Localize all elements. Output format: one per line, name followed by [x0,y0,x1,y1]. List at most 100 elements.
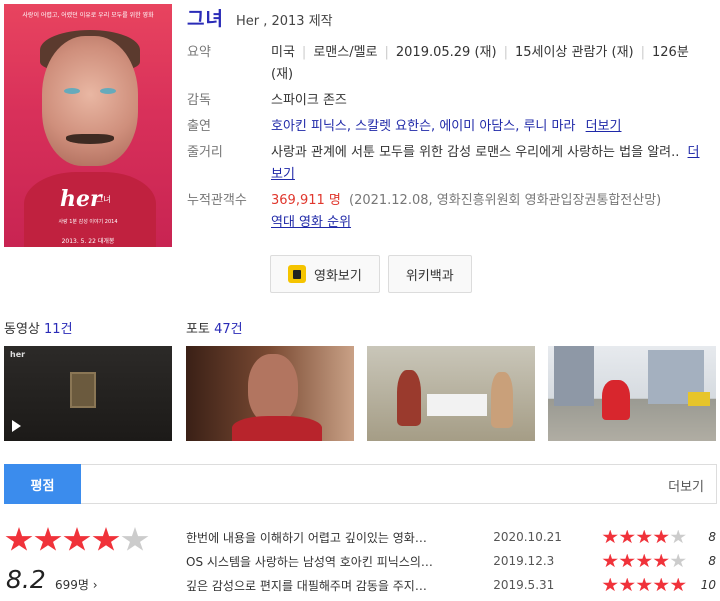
movie-info: 요약 미국 | 로맨스/멜로 | 2019.05.29 (재) | 15세이상 관람가 (재… [187,42,707,234]
photo-count: 47건 [214,322,243,337]
summary-label: 요약 [187,45,211,60]
divider: | [503,45,508,60]
review-score: 10 [700,578,716,592]
poster-tagline: 사랑이 어렵고, 어렸던 이유로 우리 모두를 위한 영화 [22,12,154,19]
watch-movie-button[interactable]: 영화보기 [270,255,380,293]
poster-face-shape [42,36,138,166]
vote-count: 699명 [55,578,89,592]
photo-thumbnail[interactable] [186,346,354,441]
cast-value: 호아킨 피닉스, 스칼렛 요한슨, 에이미 아담스, 루니 마라 더보기 [271,116,707,138]
star-icon [653,577,669,592]
audience-note: (2021.12.08, 영화진흥위원회 영화관입장권통합전산망) [349,193,662,208]
photo-person-shape [491,372,513,428]
video-thumbnail[interactable]: her [4,346,172,441]
plot-value: 사랑과 관계에 서툰 모두를 위한 감성 로맨스 우리에게 사랑하는 법을 알려… [271,142,707,186]
movie-title[interactable]: 그녀 [187,4,224,31]
photo-shirt-shape [232,416,322,441]
movie-poster[interactable]: 사랑이 어렵고, 어렸던 이유로 우리 모두를 위한 영화 her 그녀 사랑 … [4,4,172,247]
review-date: 2019.5.31 [493,578,555,592]
divider: | [640,45,646,60]
video-section-title[interactable]: 동영상 11건 [4,318,73,337]
star-icon [5,527,33,551]
audience-value: 369,911 명 (2021.12.08, 영화진흥위원회 영화관입장권통합전… [271,190,707,234]
summary-genre: 로맨스/멜로 [313,45,378,60]
review-item[interactable]: 한번에 내용을 이해하기 어렵고 깊이있는 영화… 2020.10.21 8 [186,525,716,549]
star-icon [670,553,686,568]
cast-row: 출연 호아킨 피닉스, 스칼렛 요한슨, 에이미 아담스, 루니 마라 더보기 [187,116,707,138]
summary-release: 2019.05.29 (재) [395,45,497,60]
poster-eye-shape [100,88,116,94]
review-text: 깊은 감성으로 편지를 대필해주며 감동을 주지… [186,578,427,593]
summary-rating: 15세이상 관람가 (재) [514,45,634,60]
audience-count: 369,911 명 [271,193,341,208]
summary-value: 미국 | 로맨스/멜로 | 2019.05.29 (재) | 15세이상 관람가 (재) | 1… [271,42,707,86]
photo-person-shape [248,354,298,424]
star-icon [602,553,618,568]
star-icon [92,527,120,551]
review-text: OS 시스템을 사랑하는 남성역 호아킨 피닉스의… [186,554,433,569]
divider: | [384,45,389,60]
photo-label: 포토 [186,322,210,337]
star-icon [670,577,686,592]
cast-more-link[interactable]: 더보기 [586,119,622,134]
rating-tabbar: 평점 더보기 [4,464,717,504]
review-item[interactable]: 깊은 감성으로 편지를 대필해주며 감동을 주지… 2019.5.31 10 [186,573,716,597]
audience-row: 누적관객수 369,911 명 (2021.12.08, 영화진흥위원회 영화관… [187,190,707,234]
summary-country: 미국 [271,45,295,60]
review-stars [602,553,686,569]
star-icon [619,553,635,568]
star-icon [670,529,686,544]
divider: | [301,45,307,60]
tab-rating[interactable]: 평점 [4,464,81,504]
photo-person-shape [602,380,630,420]
review-score: 8 [708,530,716,544]
photo-building-shape [554,346,594,406]
watch-movie-label: 영화보기 [314,268,362,284]
photo-section-title[interactable]: 포토 47건 [186,318,243,337]
summary-row: 요약 미국 | 로맨스/멜로 | 2019.05.29 (재) | 15세이상 관람가 (재… [187,42,707,86]
director-label: 감독 [187,93,211,108]
video-count: 11건 [44,322,73,337]
wikipedia-button[interactable]: 위키백과 [387,255,472,293]
photo-thumbnail[interactable] [367,346,535,441]
cast-names[interactable]: 호아킨 피닉스, 스칼렛 요한슨, 에이미 아담스, 루니 마라 [271,119,575,134]
director-link[interactable]: 스파이크 존즈 [271,90,707,112]
director-row: 감독 스파이크 존즈 [187,90,707,112]
photo-cart-shape [688,392,710,406]
thumbnail-object [70,372,96,408]
star-icon [619,577,635,592]
photo-table-shape [427,394,487,416]
plot-row: 줄거리 사랑과 관계에 서툰 모두를 위한 감성 로맨스 우리에게 사랑하는 법… [187,142,707,186]
thumbnail-logo: her [10,350,26,359]
poster-eye-shape [64,88,80,94]
vote-count-link[interactable]: 699명 › [55,576,98,593]
audience-label: 누적관객수 [187,193,247,208]
review-score: 8 [708,554,716,568]
review-stars [602,577,686,593]
poster-date: 2013. 5. 22 대개봉 [61,238,115,245]
rating-more-link[interactable]: 더보기 [668,476,704,495]
plot-text: 사랑과 관계에 서툰 모두를 위한 감성 로맨스 우리에게 사랑하는 법을 알려… [271,145,680,160]
star-icon [619,529,635,544]
star-icon [602,577,618,592]
star-icon [636,553,652,568]
wikipedia-label: 위키백과 [405,268,454,284]
review-item[interactable]: OS 시스템을 사랑하는 남성역 호아킨 피닉스의… 2019.12.3 8 [186,549,716,573]
star-icon [34,527,62,551]
star-icon [653,529,669,544]
review-stars [602,529,686,545]
action-buttons: 영화보기 위키백과 [270,255,472,293]
poster-logo-sub: 그녀 [96,195,111,204]
star-icon [63,527,91,551]
star-icon [636,577,652,592]
photo-thumbnail[interactable] [548,346,716,441]
poster-small-text: 사랑 1분 감성 이야기 2014 [58,219,118,225]
star-icon [121,527,149,551]
ranking-link[interactable]: 역대 영화 순위 [271,215,351,230]
review-text: 한번에 내용을 이해하기 어렵고 깊이있는 영화… [186,530,427,545]
review-list: 한번에 내용을 이해하기 어렵고 깊이있는 영화… 2020.10.21 8 O… [186,525,716,597]
star-icon [602,529,618,544]
cast-label: 출연 [187,119,211,134]
title-row: 그녀 Her , 2013 제작 [187,4,333,31]
review-date: 2020.10.21 [493,530,562,544]
